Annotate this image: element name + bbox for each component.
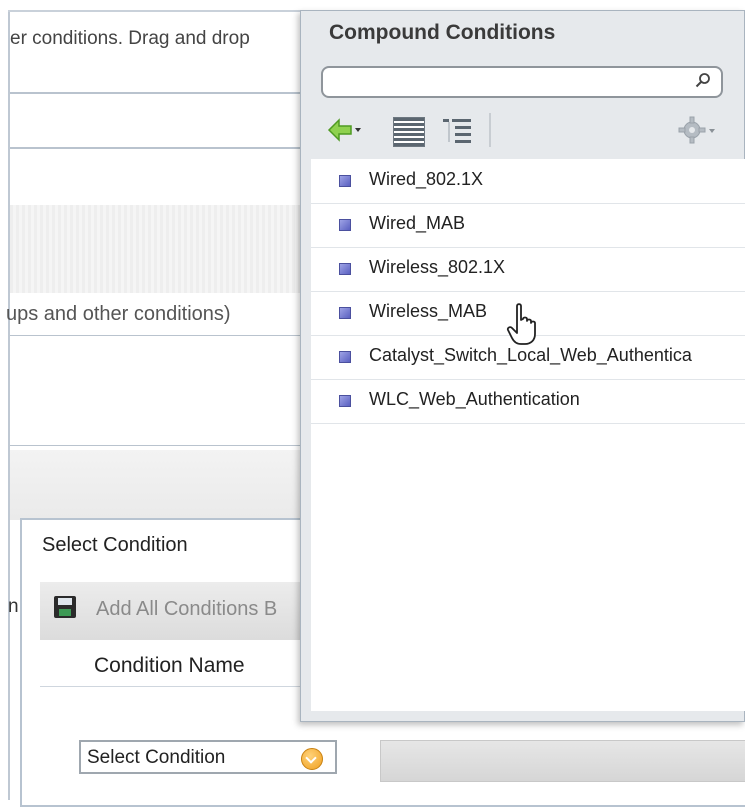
left-text-fragment: n — [8, 596, 19, 617]
divider — [10, 335, 310, 336]
panel-title: Select Condition — [42, 534, 188, 556]
save-icon[interactable] — [54, 596, 76, 618]
shaded-region — [10, 450, 300, 520]
panel-toolbar: Add All Conditions B — [40, 582, 330, 640]
compound-conditions-popup: Compound Conditions Wired_802.1X Wired_M… — [300, 10, 745, 722]
list-item-label: Wired_802.1X — [369, 169, 484, 189]
popup-title: Compound Conditions — [329, 21, 556, 44]
divider — [10, 92, 310, 94]
list-item-label: Wired_MAB — [369, 213, 466, 233]
condition-bullet-icon — [339, 307, 351, 319]
list-view-icon[interactable] — [393, 117, 425, 147]
add-all-conditions-button[interactable]: Add All Conditions B — [96, 598, 277, 621]
divider — [10, 445, 310, 446]
condition-bullet-icon — [339, 395, 351, 407]
list-item[interactable]: Wired_MAB — [311, 203, 745, 248]
popup-toolbar — [321, 107, 745, 155]
page-border-top — [8, 10, 308, 12]
toolbar-separator — [489, 113, 491, 147]
divider — [40, 686, 330, 687]
select-condition-dropdown[interactable]: Select Condition — [79, 740, 337, 774]
hand-cursor-icon — [506, 303, 536, 345]
list-item-label: Wireless_MAB — [369, 301, 488, 321]
condition-value-field[interactable] — [380, 740, 745, 782]
helper-text: ups and other conditions) — [6, 303, 231, 325]
list-item-label: Catalyst_Switch_Local_Web_Authentica — [369, 345, 692, 365]
list-item[interactable]: Wired_802.1X — [311, 159, 745, 204]
tree-view-icon[interactable] — [441, 117, 473, 145]
condition-bullet-icon — [339, 219, 351, 231]
page-border — [8, 10, 10, 800]
dropdown-chevron-icon[interactable] — [301, 748, 323, 770]
list-item[interactable]: Wireless_802.1X — [311, 247, 745, 292]
condition-bullet-icon — [339, 175, 351, 187]
intro-text: er conditions. Drag and drop — [10, 28, 250, 49]
condition-bullet-icon — [339, 351, 351, 363]
condition-bullet-icon — [339, 263, 351, 275]
gear-icon[interactable] — [677, 115, 719, 145]
condition-group-band — [10, 205, 300, 293]
compound-conditions-list: Wired_802.1X Wired_MAB Wireless_802.1X W… — [311, 159, 745, 711]
back-arrow-icon[interactable] — [327, 117, 363, 143]
condition-name-column-header: Condition Name — [94, 654, 245, 677]
search-icon[interactable] — [695, 72, 711, 88]
select-condition-label: Select Condition — [87, 747, 226, 768]
list-item[interactable]: WLC_Web_Authentication — [311, 379, 745, 424]
divider — [10, 147, 310, 149]
list-item-label: Wireless_802.1X — [369, 257, 506, 277]
list-item-label: WLC_Web_Authentication — [369, 389, 580, 409]
search-input[interactable] — [321, 66, 723, 98]
